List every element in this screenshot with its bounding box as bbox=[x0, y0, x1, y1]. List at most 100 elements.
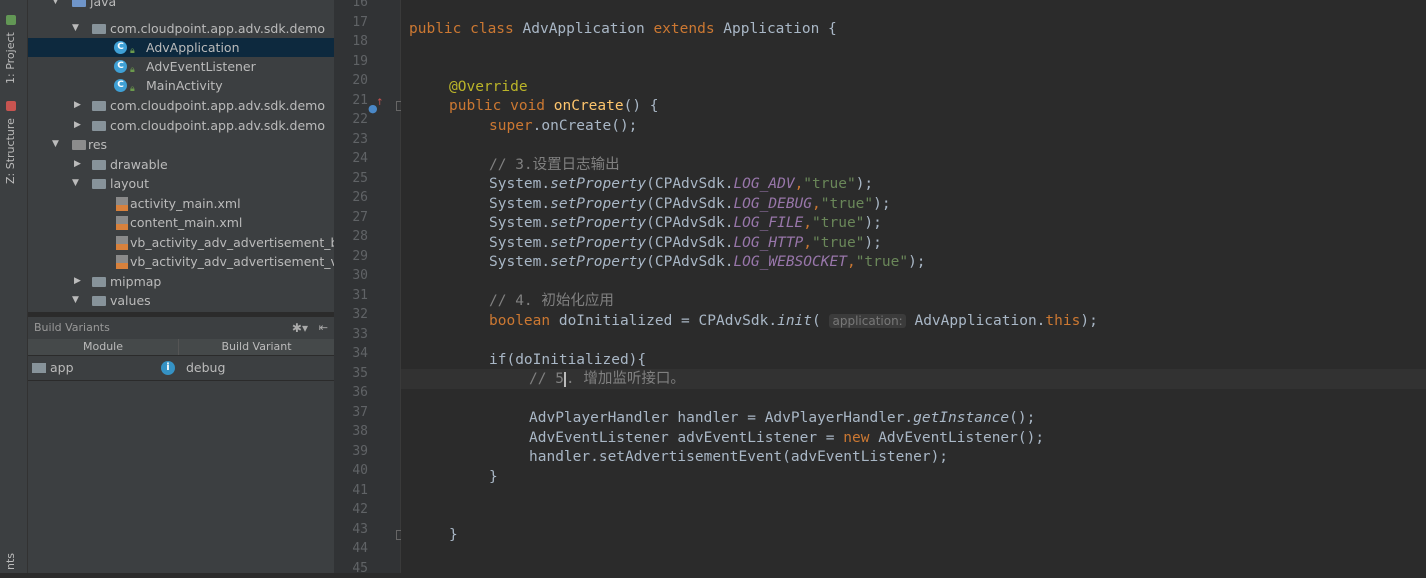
code-text: ); bbox=[908, 254, 925, 270]
collapse-arrow-icon[interactable]: ▼ bbox=[52, 135, 62, 154]
line-number: 41 bbox=[334, 481, 368, 501]
tree-row-main-activity[interactable]: C 🔒︎ MainActivity bbox=[28, 76, 334, 95]
bottom-tool-tab[interactable]: nts bbox=[4, 540, 24, 570]
collapse-arrow-icon[interactable]: ▼ bbox=[52, 0, 62, 11]
expand-arrow-icon[interactable]: ▶ bbox=[74, 96, 84, 115]
tree-row-xml-2[interactable]: content_main.xml bbox=[28, 213, 334, 232]
project-tree: ▼ java ▼ com.cloudpoint.app.adv.sdk.demo… bbox=[28, 0, 334, 312]
line-number: 30 bbox=[334, 266, 368, 286]
build-variants-title: Build Variants bbox=[34, 317, 110, 339]
class-icon: C bbox=[114, 41, 127, 54]
tree-label: mipmap bbox=[110, 272, 161, 291]
code-text: .onCreate(); bbox=[533, 118, 638, 134]
code-line-35: // 5. 增加监听接口。 bbox=[529, 370, 685, 390]
tree-row-drawable[interactable]: ▶ drawable bbox=[28, 155, 334, 174]
tree-row-xml-1[interactable]: activity_main.xml bbox=[28, 194, 334, 213]
tree-label: content_main.xml bbox=[130, 213, 242, 232]
class-name: AdvApplication bbox=[523, 21, 654, 37]
column-header-build-variant[interactable]: Build Variant bbox=[179, 339, 334, 355]
expand-arrow-icon[interactable]: ▶ bbox=[74, 116, 84, 135]
code-text: handler.setAdvertisementEvent(advEventLi… bbox=[529, 449, 948, 465]
keyword: this bbox=[1045, 313, 1080, 329]
code-line-37: AdvPlayerHandler handler = AdvPlayerHand… bbox=[529, 409, 1035, 429]
static-field: LOG_DEBUG bbox=[733, 196, 812, 212]
keyword: public class bbox=[409, 21, 523, 37]
collapse-arrow-icon[interactable]: ▼ bbox=[72, 19, 82, 38]
tree-row-pkg-2[interactable]: ▶ com.cloudpoint.app.adv.sdk.demo bbox=[28, 96, 334, 115]
tree-label: java bbox=[90, 0, 116, 11]
tree-row-xml-3[interactable]: vb_activity_adv_advertisement_b bbox=[28, 233, 334, 252]
tree-row-mipmap[interactable]: ▶ mipmap bbox=[28, 272, 334, 291]
info-icon[interactable]: i bbox=[161, 361, 175, 375]
tree-row-pkg-3[interactable]: ▶ com.cloudpoint.app.adv.sdk.demo bbox=[28, 116, 334, 135]
class-name: Application { bbox=[723, 21, 837, 37]
code-line-38: AdvEventListener advEventListener = new … bbox=[529, 429, 1044, 449]
line-number: 25 bbox=[334, 169, 368, 189]
keyword: boolean bbox=[489, 313, 559, 329]
build-variants-header: Build Variants ✱▾ ⇤ bbox=[28, 316, 334, 339]
gear-icon[interactable]: ✱▾ bbox=[292, 317, 308, 339]
line-number: 43 bbox=[334, 520, 368, 540]
string-literal: "true" bbox=[821, 196, 873, 212]
static-method: getInstance bbox=[913, 410, 1009, 426]
tree-label: vb_activity_adv_advertisement_v bbox=[130, 252, 334, 271]
tree-label: layout bbox=[110, 174, 149, 193]
android-icon bbox=[6, 15, 16, 25]
line-number: 40 bbox=[334, 461, 368, 481]
code-text: System. bbox=[489, 254, 550, 270]
column-header-module[interactable]: Module bbox=[28, 339, 179, 355]
override-arrow-icon[interactable]: ↑ bbox=[376, 98, 384, 108]
code-text: ); bbox=[864, 235, 881, 251]
line-number: 18 bbox=[334, 32, 368, 52]
lock-icon: 🔒︎ bbox=[130, 42, 135, 57]
line-number: 37 bbox=[334, 403, 368, 423]
code-line-39: handler.setAdvertisementEvent(advEventLi… bbox=[529, 448, 948, 468]
tree-row-adv-application[interactable]: C 🔒︎ AdvApplication bbox=[28, 38, 334, 57]
tree-label: com.cloudpoint.app.adv.sdk.demo bbox=[110, 19, 325, 38]
line-number: 17 bbox=[334, 13, 368, 33]
table-row[interactable]: app i debug bbox=[28, 356, 334, 380]
tree-label: AdvApplication bbox=[146, 38, 240, 57]
structure-tool-tab[interactable]: Z: Structure bbox=[4, 98, 24, 184]
project-tool-tab[interactable]: 1: Project bbox=[4, 4, 24, 84]
xml-file-icon bbox=[116, 197, 128, 211]
code-text: AdvApplication. bbox=[906, 313, 1046, 329]
line-number: 23 bbox=[334, 130, 368, 150]
static-field: LOG_WEBSOCKET bbox=[733, 254, 847, 270]
comment: // 3.设置日志输出 bbox=[489, 157, 620, 173]
tree-row-layout[interactable]: ▼ layout bbox=[28, 174, 334, 193]
collapse-arrow-icon[interactable]: ▼ bbox=[72, 291, 82, 310]
tree-label: MainActivity bbox=[146, 76, 223, 95]
code-editor[interactable]: public class AdvApplication extends Appl… bbox=[401, 0, 1426, 573]
collapse-arrow-icon[interactable]: ▼ bbox=[72, 174, 82, 193]
class-icon: C bbox=[114, 79, 127, 92]
comment: // 4. 初始化应用 bbox=[489, 293, 614, 309]
expand-arrow-icon[interactable]: ▶ bbox=[74, 272, 84, 291]
code-text: AdvPlayerHandler handler = AdvPlayerHand… bbox=[529, 410, 913, 426]
tree-row-values[interactable]: ▼ values bbox=[28, 291, 334, 310]
string-literal: "true" bbox=[812, 235, 864, 251]
tree-row-adv-event-listener[interactable]: C 🔒︎ AdvEventListener bbox=[28, 57, 334, 76]
folder-icon bbox=[92, 179, 106, 189]
tree-row-res[interactable]: ▼ res bbox=[28, 135, 334, 154]
lock-icon: 🔒︎ bbox=[130, 61, 135, 76]
code-line-43: } bbox=[449, 526, 458, 546]
code-text: System. bbox=[489, 235, 550, 251]
tree-label: values bbox=[110, 291, 151, 310]
code-line-21: public void onCreate() { bbox=[449, 97, 659, 117]
structure-tab-label: Z: Structure bbox=[4, 118, 17, 184]
build-variant-select[interactable]: debug bbox=[186, 356, 225, 380]
code-text: AdvEventListener(); bbox=[878, 430, 1044, 446]
line-number: 31 bbox=[334, 286, 368, 306]
tree-row-java[interactable]: ▼ java bbox=[28, 0, 334, 11]
annotation: @Override bbox=[449, 79, 528, 95]
build-variants-columns: Module Build Variant bbox=[28, 339, 334, 355]
pin-icon[interactable]: ⇤ bbox=[319, 317, 328, 339]
tree-row-pkg-main[interactable]: ▼ com.cloudpoint.app.adv.sdk.demo bbox=[28, 19, 334, 38]
expand-arrow-icon[interactable]: ▶ bbox=[74, 155, 84, 174]
line-number: 34 bbox=[334, 344, 368, 364]
module-name: app bbox=[50, 356, 74, 380]
string-literal: "true" bbox=[812, 215, 864, 231]
line-number: 38 bbox=[334, 422, 368, 442]
tree-row-xml-4[interactable]: vb_activity_adv_advertisement_v bbox=[28, 252, 334, 271]
